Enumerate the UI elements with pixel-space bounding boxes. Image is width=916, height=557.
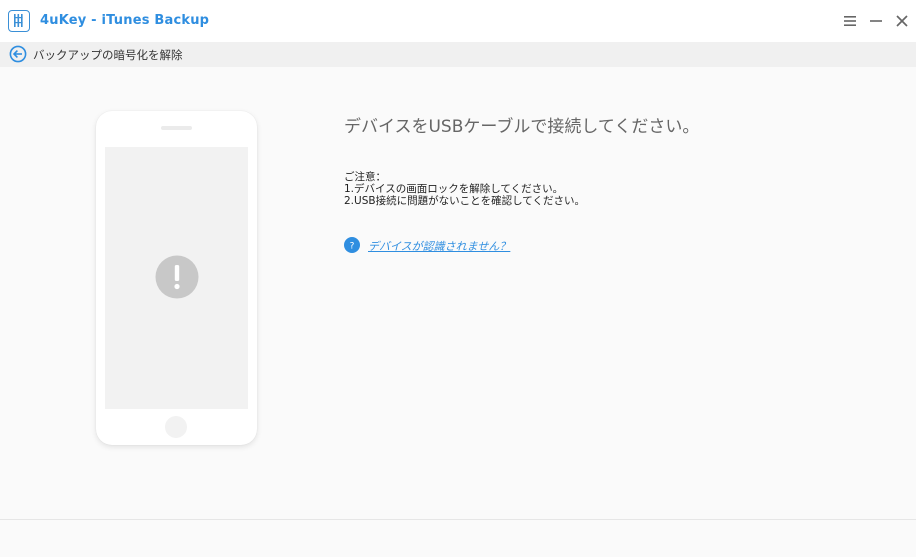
connect-device-heading: デバイスをUSBケーブルで接続してください。 [344, 117, 700, 137]
note-item: 2.USB接続に問題がないことを確認してください。 [344, 195, 585, 207]
title-bar: 4uKey - iTunes Backup [0, 0, 916, 42]
exclamation-warning-icon [155, 255, 199, 299]
navigation-bar: バックアップの暗号化を解除 [0, 42, 916, 67]
app-logo-icon [8, 10, 30, 32]
close-icon[interactable] [892, 11, 912, 31]
notes-block: ご注意： 1.デバイスの画面ロックを解除してください。 2.USB接続に問題がな… [344, 171, 585, 207]
minimize-icon[interactable] [866, 11, 886, 31]
help-link-text[interactable]: デバイスが認識されません？ [368, 238, 510, 254]
back-arrow-circle-icon[interactable] [9, 45, 27, 63]
bottom-divider [0, 519, 916, 520]
phone-speaker [161, 126, 192, 130]
svg-text:?: ? [350, 242, 355, 252]
app-title: 4uKey - iTunes Backup [40, 13, 210, 28]
notes-title: ご注意： [344, 171, 386, 183]
app-window: 4uKey - iTunes Backup バックアップの暗号化を解除 デバイス… [0, 0, 916, 557]
page-title: バックアップの暗号化を解除 [33, 48, 183, 62]
note-item: 1.デバイスの画面ロックを解除してください。 [344, 183, 564, 195]
hamburger-menu-icon[interactable] [840, 11, 860, 31]
question-circle-icon[interactable]: ? [344, 237, 360, 253]
phone-home-button [165, 416, 187, 438]
